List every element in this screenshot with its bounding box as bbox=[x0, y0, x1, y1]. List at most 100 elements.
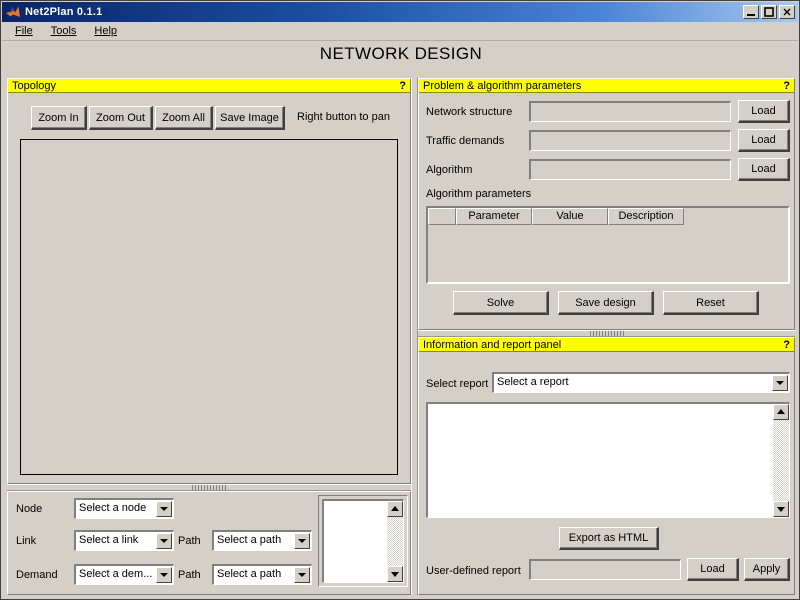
select-report-label: Select report bbox=[426, 378, 489, 390]
chevron-down-icon[interactable] bbox=[156, 567, 172, 583]
menu-item-file[interactable]: File bbox=[6, 23, 42, 39]
algorithm-field[interactable] bbox=[529, 159, 731, 180]
problem-parameters-panel: Problem & algorithm parameters ? Network… bbox=[418, 78, 795, 330]
table-column-index[interactable] bbox=[428, 208, 456, 225]
report-textarea[interactable] bbox=[426, 402, 790, 518]
title-bar: Net2Plan 0.1.1 bbox=[2, 2, 798, 22]
menu-tools-label: Tools bbox=[50, 25, 77, 37]
load-user-report-button[interactable]: Load bbox=[687, 558, 739, 581]
select-report-value: Select a report bbox=[497, 376, 569, 388]
traffic-demands-label: Traffic demands bbox=[426, 135, 505, 147]
detail-textarea[interactable] bbox=[322, 499, 404, 583]
table-header-row: Parameter Value Description bbox=[428, 208, 788, 225]
reset-button[interactable]: Reset bbox=[663, 291, 759, 315]
main-vertical-splitter[interactable] bbox=[411, 78, 418, 595]
scroll-down-icon[interactable] bbox=[773, 501, 789, 517]
topology-panel-header: Topology ? bbox=[8, 79, 410, 93]
topology-canvas[interactable] bbox=[20, 139, 398, 475]
save-design-button[interactable]: Save design bbox=[558, 291, 654, 315]
load-algorithm-button[interactable]: Load bbox=[738, 158, 790, 181]
menu-bar: File Tools Help bbox=[2, 22, 798, 41]
export-as-html-button[interactable]: Export as HTML bbox=[559, 527, 659, 550]
problem-panel-body: Network structure Load Traffic demands L… bbox=[419, 93, 794, 329]
chevron-down-icon[interactable] bbox=[294, 567, 310, 583]
scroll-down-icon[interactable] bbox=[387, 566, 403, 582]
help-icon[interactable]: ? bbox=[783, 79, 790, 93]
pan-hint-label: Right button to pan bbox=[297, 111, 390, 123]
report-panel-header: Information and report panel ? bbox=[419, 338, 794, 352]
minimize-button[interactable] bbox=[743, 5, 759, 19]
table-column-description[interactable]: Description bbox=[608, 208, 684, 225]
report-panel: Information and report panel ? Select re… bbox=[418, 337, 795, 595]
select-report-dropdown[interactable]: Select a report bbox=[492, 372, 790, 393]
zoom-in-button[interactable]: Zoom In bbox=[31, 106, 87, 130]
node-select[interactable]: Select a node bbox=[74, 498, 174, 519]
problem-panel-title: Problem & algorithm parameters bbox=[423, 79, 582, 92]
menu-item-help[interactable]: Help bbox=[85, 23, 126, 39]
splitter-grip-icon bbox=[589, 331, 624, 336]
topology-panel-title: Topology bbox=[12, 79, 57, 92]
save-image-button[interactable]: Save Image bbox=[215, 106, 285, 130]
demand-label: Demand bbox=[16, 569, 58, 581]
network-structure-label: Network structure bbox=[426, 106, 513, 118]
page-title: NETWORK DESIGN bbox=[319, 44, 483, 63]
topology-splitter[interactable] bbox=[7, 484, 411, 491]
detail-scrollbar[interactable] bbox=[387, 501, 403, 582]
demand-path-select[interactable]: Select a path bbox=[212, 564, 312, 585]
chevron-down-icon[interactable] bbox=[156, 533, 172, 549]
chevron-down-icon[interactable] bbox=[772, 375, 788, 391]
traffic-demands-field[interactable] bbox=[529, 130, 731, 151]
scroll-up-icon[interactable] bbox=[773, 404, 789, 420]
detail-panel-frame bbox=[318, 495, 408, 587]
help-icon[interactable]: ? bbox=[399, 79, 406, 93]
report-panel-body: Select report Select a report Export as … bbox=[419, 352, 794, 594]
load-traffic-demands-button[interactable]: Load bbox=[738, 129, 790, 152]
chevron-down-icon[interactable] bbox=[294, 533, 310, 549]
report-panel-title: Information and report panel bbox=[423, 338, 562, 351]
application-window: Net2Plan 0.1.1 File Tools Help NETWORK D… bbox=[0, 0, 800, 600]
user-defined-report-label: User-defined report bbox=[426, 565, 521, 577]
help-icon[interactable]: ? bbox=[783, 338, 790, 352]
table-body[interactable] bbox=[428, 225, 788, 282]
link-select[interactable]: Select a link bbox=[74, 530, 174, 551]
topology-panel: Topology ? Zoom In Zoom Out Zoom All Sav… bbox=[7, 78, 411, 484]
load-network-structure-button[interactable]: Load bbox=[738, 100, 790, 123]
algorithm-parameters-table[interactable]: Parameter Value Description bbox=[426, 206, 790, 284]
window-controls bbox=[743, 5, 795, 19]
node-label: Node bbox=[16, 503, 43, 515]
topology-panel-body: Zoom In Zoom Out Zoom All Save Image Rig… bbox=[8, 93, 410, 483]
chevron-down-icon[interactable] bbox=[156, 501, 172, 517]
link-path-select[interactable]: Select a path bbox=[212, 530, 312, 551]
zoom-out-button[interactable]: Zoom Out bbox=[89, 106, 153, 130]
maximize-button[interactable] bbox=[761, 5, 777, 19]
problem-panel-header: Problem & algorithm parameters ? bbox=[419, 79, 794, 93]
report-scrollbar[interactable] bbox=[773, 404, 789, 517]
apply-user-report-button[interactable]: Apply bbox=[744, 558, 790, 581]
demand-path-label: Path bbox=[178, 569, 201, 581]
scroll-up-icon[interactable] bbox=[387, 501, 403, 517]
window-title: Net2Plan 0.1.1 bbox=[25, 6, 103, 18]
table-column-parameter[interactable]: Parameter bbox=[456, 208, 532, 225]
demand-select[interactable]: Select a dem... bbox=[74, 564, 174, 585]
user-defined-report-field[interactable] bbox=[529, 559, 681, 580]
selection-panel: Node Select a node Link Select a link Pa… bbox=[7, 491, 411, 595]
menu-file-label: File bbox=[15, 25, 33, 37]
right-panels-splitter[interactable] bbox=[418, 330, 795, 337]
algorithm-label: Algorithm bbox=[426, 164, 473, 176]
demand-select-value: Select a dem... bbox=[79, 568, 153, 580]
splitter-grip-icon bbox=[192, 485, 226, 490]
link-path-select-value: Select a path bbox=[217, 534, 282, 546]
menu-help-label: Help bbox=[94, 25, 118, 37]
close-button[interactable] bbox=[779, 5, 795, 19]
table-column-value[interactable]: Value bbox=[532, 208, 608, 225]
zoom-all-button[interactable]: Zoom All bbox=[155, 106, 213, 130]
link-select-value: Select a link bbox=[79, 534, 139, 546]
solve-button[interactable]: Solve bbox=[453, 291, 549, 315]
link-path-label: Path bbox=[178, 535, 201, 547]
network-structure-field[interactable] bbox=[529, 101, 731, 122]
matlab-icon bbox=[5, 4, 21, 20]
demand-path-select-value: Select a path bbox=[217, 568, 282, 580]
menu-item-tools[interactable]: Tools bbox=[42, 23, 86, 39]
algorithm-parameters-label: Algorithm parameters bbox=[426, 188, 532, 200]
node-select-value: Select a node bbox=[79, 502, 147, 514]
